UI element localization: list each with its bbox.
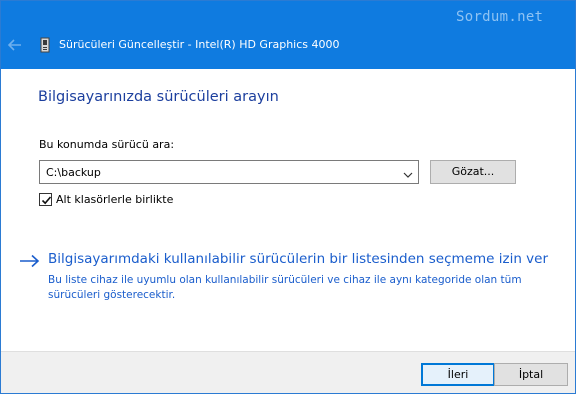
arrow-right-icon [19,253,41,268]
search-path-combobox[interactable] [39,160,419,184]
page-heading: Bilgisayarınızda sürücüleri arayın [38,89,279,105]
include-subfolders-label[interactable]: Alt klasörlerle birlikte [56,193,173,206]
cancel-button[interactable]: İptal [494,363,568,386]
include-subfolders-checkbox[interactable] [39,193,52,206]
checkmark-icon [41,196,52,205]
pick-from-list-description: Bu liste cihaz ile uyumlu olan kullanıla… [48,274,522,301]
back-arrow-icon[interactable] [7,37,23,53]
pick-from-list-title[interactable]: Bilgisayarımdaki kullanılabilir sürücüle… [48,251,548,267]
next-button[interactable]: İleri [421,363,495,386]
update-drivers-window: Sordum.net Sürücüleri Güncelleştir - Int… [0,0,576,394]
title-bar: Sordum.net Sürücüleri Güncelleştir - Int… [1,1,575,69]
window-title: Sürücüleri Güncelleştir - Intel(R) HD Gr… [59,38,340,51]
dialog-footer: İleri İptal [1,351,575,393]
search-path-input[interactable] [40,161,390,183]
chevron-down-icon[interactable] [402,166,414,178]
device-icon [39,37,51,53]
watermark: Sordum.net [456,9,544,25]
search-location-label: Bu konumda sürücü ara: [39,138,175,151]
browse-button[interactable]: Gözat... [430,160,516,184]
